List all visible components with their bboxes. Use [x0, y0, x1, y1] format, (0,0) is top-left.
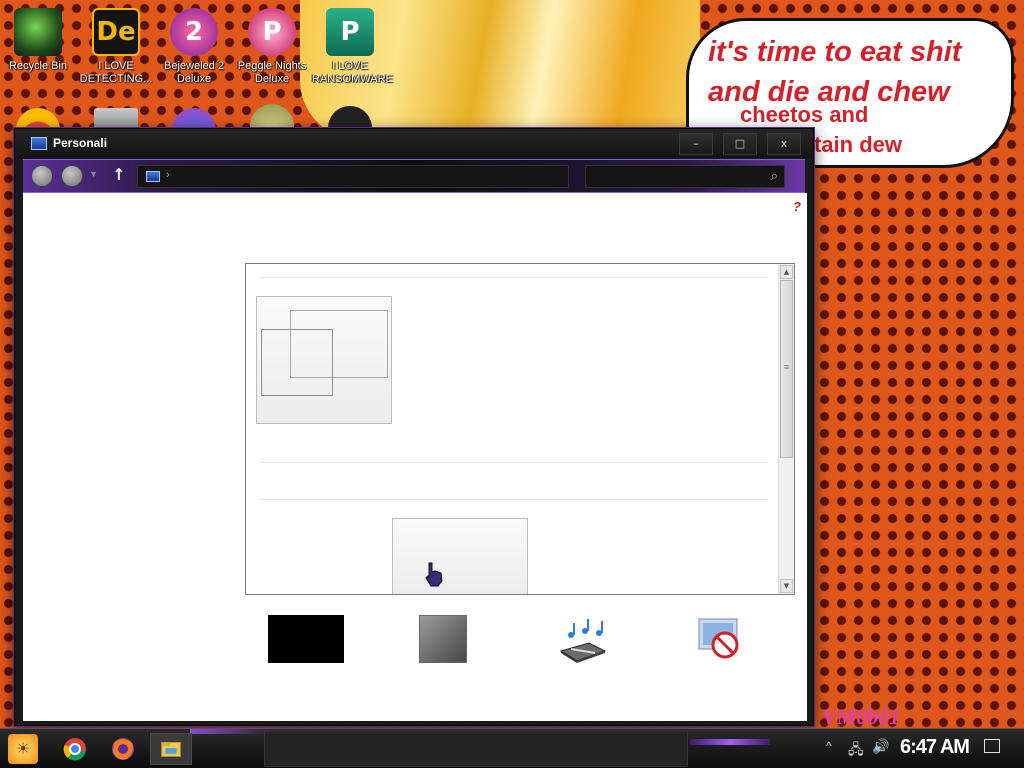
- file-explorer-taskbar-button[interactable]: [150, 733, 192, 765]
- desktop-icon-peggle[interactable]: P Peggle Nights Deluxe: [234, 8, 310, 86]
- vm-watermark: VM0b01: [822, 704, 901, 729]
- bubble-text-line: cheetos and: [740, 102, 869, 127]
- desktop-icon-label: I LOVE RANSOMWARE: [312, 60, 393, 85]
- desktop-icon-ransomware[interactable]: P I LOVE RANSOMWARE: [312, 8, 393, 86]
- taskbar-accent: [690, 739, 770, 745]
- scroll-down-button[interactable]: ▼: [780, 579, 793, 593]
- scroll-up-button[interactable]: ▲: [780, 265, 793, 279]
- desktop-icon-label: I LOVE DETECTING...: [79, 60, 153, 85]
- show-hidden-icons-button[interactable]: ^: [826, 739, 832, 753]
- forward-button[interactable]: [61, 165, 83, 187]
- screen-saver-icon[interactable]: [695, 615, 747, 665]
- start-button[interactable]: ☀: [8, 734, 38, 764]
- sounds-icon[interactable]: [557, 615, 609, 665]
- desktop-icon-detect-it-easy[interactable]: De I LOVE DETECTING...: [78, 8, 154, 86]
- recent-locations-dropdown-icon[interactable]: ▼: [89, 169, 98, 179]
- window-title: Personali: [53, 136, 108, 150]
- vertical-scrollbar[interactable]: ▲ ≡ ▼: [778, 264, 794, 594]
- detect-it-easy-icon: De: [92, 8, 140, 56]
- control-panel-icon: [146, 171, 160, 182]
- minimize-button[interactable]: –: [679, 133, 713, 155]
- up-level-button[interactable]: ↑: [109, 165, 129, 187]
- bubble-text-line: it's time to eat shit: [708, 36, 962, 68]
- window-preview-front: [261, 329, 333, 396]
- window-titlebar[interactable]: Personali – □ x: [15, 129, 813, 159]
- section-divider: [260, 277, 768, 278]
- network-icon[interactable]: 🖧: [848, 739, 864, 763]
- desktop-icon-label: Bejeweled 2 Deluxe: [164, 60, 224, 85]
- theme-thumbnail[interactable]: [392, 518, 528, 594]
- breadcrumb-chevron-icon[interactable]: ›: [166, 169, 170, 181]
- hand-cursor-icon: [425, 562, 443, 587]
- maximize-button[interactable]: □: [723, 133, 757, 155]
- scroll-thumb[interactable]: ≡: [780, 280, 793, 458]
- clock[interactable]: 6:47 AM: [900, 736, 970, 759]
- firefox-taskbar-button[interactable]: [102, 733, 144, 765]
- desktop-icon-bejeweled[interactable]: 2 Bejeweled 2 Deluxe: [156, 8, 232, 86]
- taskbar-accent: [190, 729, 270, 734]
- section-divider: [260, 499, 768, 500]
- desktop-background-link[interactable]: [268, 615, 344, 663]
- chrome-taskbar-button[interactable]: [54, 733, 96, 765]
- desktop-icon-recycle-bin[interactable]: Recycle Bin: [0, 8, 76, 73]
- close-button[interactable]: x: [767, 133, 801, 155]
- desktop-icon-label: Peggle Nights Deluxe: [237, 60, 307, 85]
- peggle-icon: P: [248, 8, 296, 56]
- desktop-icon-label: Recycle Bin: [8, 60, 68, 72]
- recycle-bin-icon: [14, 8, 62, 56]
- help-icon[interactable]: ?: [793, 199, 801, 214]
- back-button[interactable]: [31, 165, 53, 187]
- taskbar-window-button[interactable]: [264, 731, 688, 767]
- search-icon[interactable]: ⌕: [771, 169, 778, 184]
- volume-icon[interactable]: 🔊: [872, 738, 889, 755]
- window-color-link[interactable]: [419, 615, 467, 663]
- search-input[interactable]: ⌕: [585, 165, 785, 188]
- personalization-window: Personali – □ x ▼ ↑ › ⌕ ? ▲ ≡ ▼: [14, 128, 814, 726]
- address-bar[interactable]: ›: [137, 165, 569, 188]
- theme-list[interactable]: ▲ ≡ ▼: [245, 263, 795, 595]
- section-divider: [260, 462, 768, 463]
- navigation-bar: ▼ ↑ › ⌕: [23, 159, 805, 193]
- publisher-icon: P: [326, 8, 374, 56]
- bejeweled-icon: 2: [170, 8, 218, 56]
- bubble-text-line: tain dew: [814, 132, 903, 157]
- window-content: ? ▲ ≡ ▼: [23, 193, 807, 721]
- theme-thumbnail[interactable]: [256, 296, 392, 424]
- action-center-icon[interactable]: [984, 739, 1000, 753]
- taskbar: ☀ ^ 🖧 🔊 6:47 AM: [0, 728, 1024, 768]
- personalization-icon: [31, 137, 47, 150]
